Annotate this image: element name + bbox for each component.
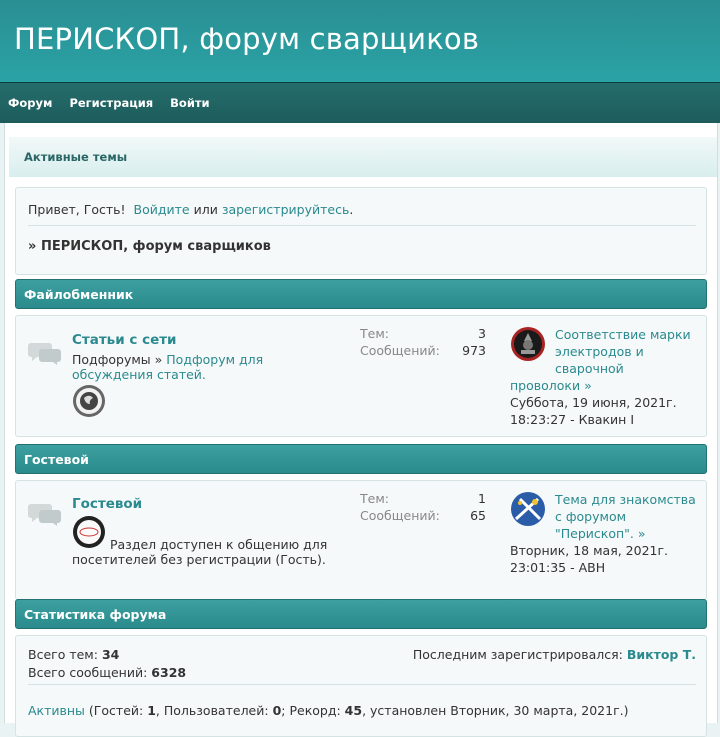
forum-statistics: Всего тем: 34 Всего сообщений: 6328 Посл…	[15, 635, 707, 737]
forum-description: Раздел доступен к общению для посетителе…	[72, 537, 328, 567]
last-registered-user[interactable]: Виктор Т.	[627, 647, 696, 662]
last-topic-link[interactable]: Тема для знакомства с форумом "Перископ"…	[555, 492, 696, 541]
forum-row-guest: Гостевой Раздел доступен к общению для п…	[15, 480, 707, 600]
subforums: Подфорумы » Подфорум для обсуждения стат…	[72, 352, 342, 382]
posts-label: Сообщений:	[360, 508, 440, 523]
posts-label: Сообщений:	[360, 343, 440, 358]
last-registered: Последним зарегистрировался: Виктор Т.	[413, 646, 696, 664]
last-post-author[interactable]: АВН	[579, 560, 606, 575]
total-topics: 34	[101, 647, 120, 662]
sub-navigation: Активные темы	[9, 137, 717, 177]
avatar[interactable]	[510, 491, 546, 527]
last-post: Соответствие марки электродов и сварочно…	[510, 326, 691, 427]
topics-label: Тем:	[360, 326, 389, 341]
period-text: .	[349, 202, 354, 217]
total-posts-label: Всего сообщений:	[28, 665, 148, 680]
subforums-label: Подфорумы »	[72, 352, 163, 367]
last-post-author[interactable]: Квакин I	[579, 412, 634, 427]
register-link[interactable]: зарегистрируйтесь	[222, 202, 350, 217]
active-text-1: (Гостей:	[88, 703, 144, 718]
globe-badge-icon	[72, 384, 106, 421]
double-chevron-right-icon[interactable]: »	[638, 526, 646, 541]
totals: Всего тем: 34 Всего сообщений: 6328	[28, 646, 186, 682]
nav-forum[interactable]: Форум	[8, 96, 52, 110]
guest-badge-icon	[72, 515, 106, 552]
last-post: Тема для знакомства с форумом "Перископ"…	[510, 491, 696, 575]
double-chevron-right-icon[interactable]: »	[584, 378, 592, 393]
active-text-2: , Пользователей:	[155, 703, 269, 718]
greeting-text: Привет, Гость!	[28, 202, 126, 217]
main-content: Активные темы Привет, Гость! Войдите или…	[4, 123, 718, 737]
users-count: 0	[272, 703, 282, 718]
double-chevron-right-icon: »	[28, 239, 37, 254]
last-registered-label: Последним зарегистрировался:	[412, 647, 623, 662]
active-text-3: ; Рекорд:	[281, 703, 341, 718]
nav-register[interactable]: Регистрация	[69, 96, 153, 110]
total-topics-label: Всего тем:	[28, 647, 98, 662]
welcome-box: Привет, Гость! Войдите или зарегистрируй…	[15, 187, 707, 275]
active-text-4: , установлен Вторник, 30 марта, 2021г.)	[362, 703, 629, 718]
site-header: ПЕРИСКОП, форум сварщиков	[0, 0, 720, 82]
greeting-line: Привет, Гость! Войдите или зарегистрируй…	[28, 202, 353, 217]
login-link[interactable]: Войдите	[134, 202, 190, 217]
forum-title[interactable]: Гостевой	[72, 496, 142, 512]
total-posts: 6328	[151, 665, 187, 680]
forum-stats: Тем: 1 Сообщений: 65	[360, 491, 486, 525]
breadcrumb-home[interactable]: ПЕРИСКОП, форум сварщиков	[41, 239, 271, 254]
forum-stats: Тем: 3 Сообщений: 973	[360, 326, 486, 360]
active-users: Активны (Гостей: 1, Пользователей: 0; Ре…	[28, 702, 629, 720]
active-users-link[interactable]: Активны	[28, 703, 85, 718]
main-nav: Форум Регистрация Войти	[0, 82, 720, 123]
forum-description-block: Раздел доступен к общению для посетителе…	[72, 515, 342, 567]
forum-statistics-header[interactable]: Статистика форума	[15, 599, 707, 629]
category-header-files[interactable]: Файлобменник	[15, 279, 707, 309]
speech-bubbles-icon	[28, 501, 62, 530]
site-title[interactable]: ПЕРИСКОП, форум сварщиков	[14, 22, 479, 56]
avatar[interactable]	[510, 326, 546, 362]
or-text: или	[193, 202, 218, 217]
posts-count: 973	[462, 343, 486, 358]
category-header-guest[interactable]: Гостевой	[15, 444, 707, 474]
record-count: 45	[344, 703, 363, 718]
active-topics-link[interactable]: Активные темы	[24, 150, 127, 164]
divider	[28, 684, 696, 685]
guests-count: 1	[147, 703, 156, 718]
forum-title[interactable]: Статьи с сети	[72, 332, 177, 348]
speech-bubbles-icon	[28, 340, 62, 369]
forum-row-articles: Статьи с сети Подфорумы » Подфорум для о…	[15, 315, 707, 437]
divider	[28, 225, 696, 226]
posts-count: 65	[470, 508, 486, 523]
breadcrumb: » ПЕРИСКОП, форум сварщиков	[28, 239, 271, 254]
topics-label: Тем:	[360, 491, 389, 506]
topics-count: 1	[478, 491, 486, 506]
topics-count: 3	[478, 326, 486, 341]
nav-login[interactable]: Войти	[170, 96, 209, 110]
